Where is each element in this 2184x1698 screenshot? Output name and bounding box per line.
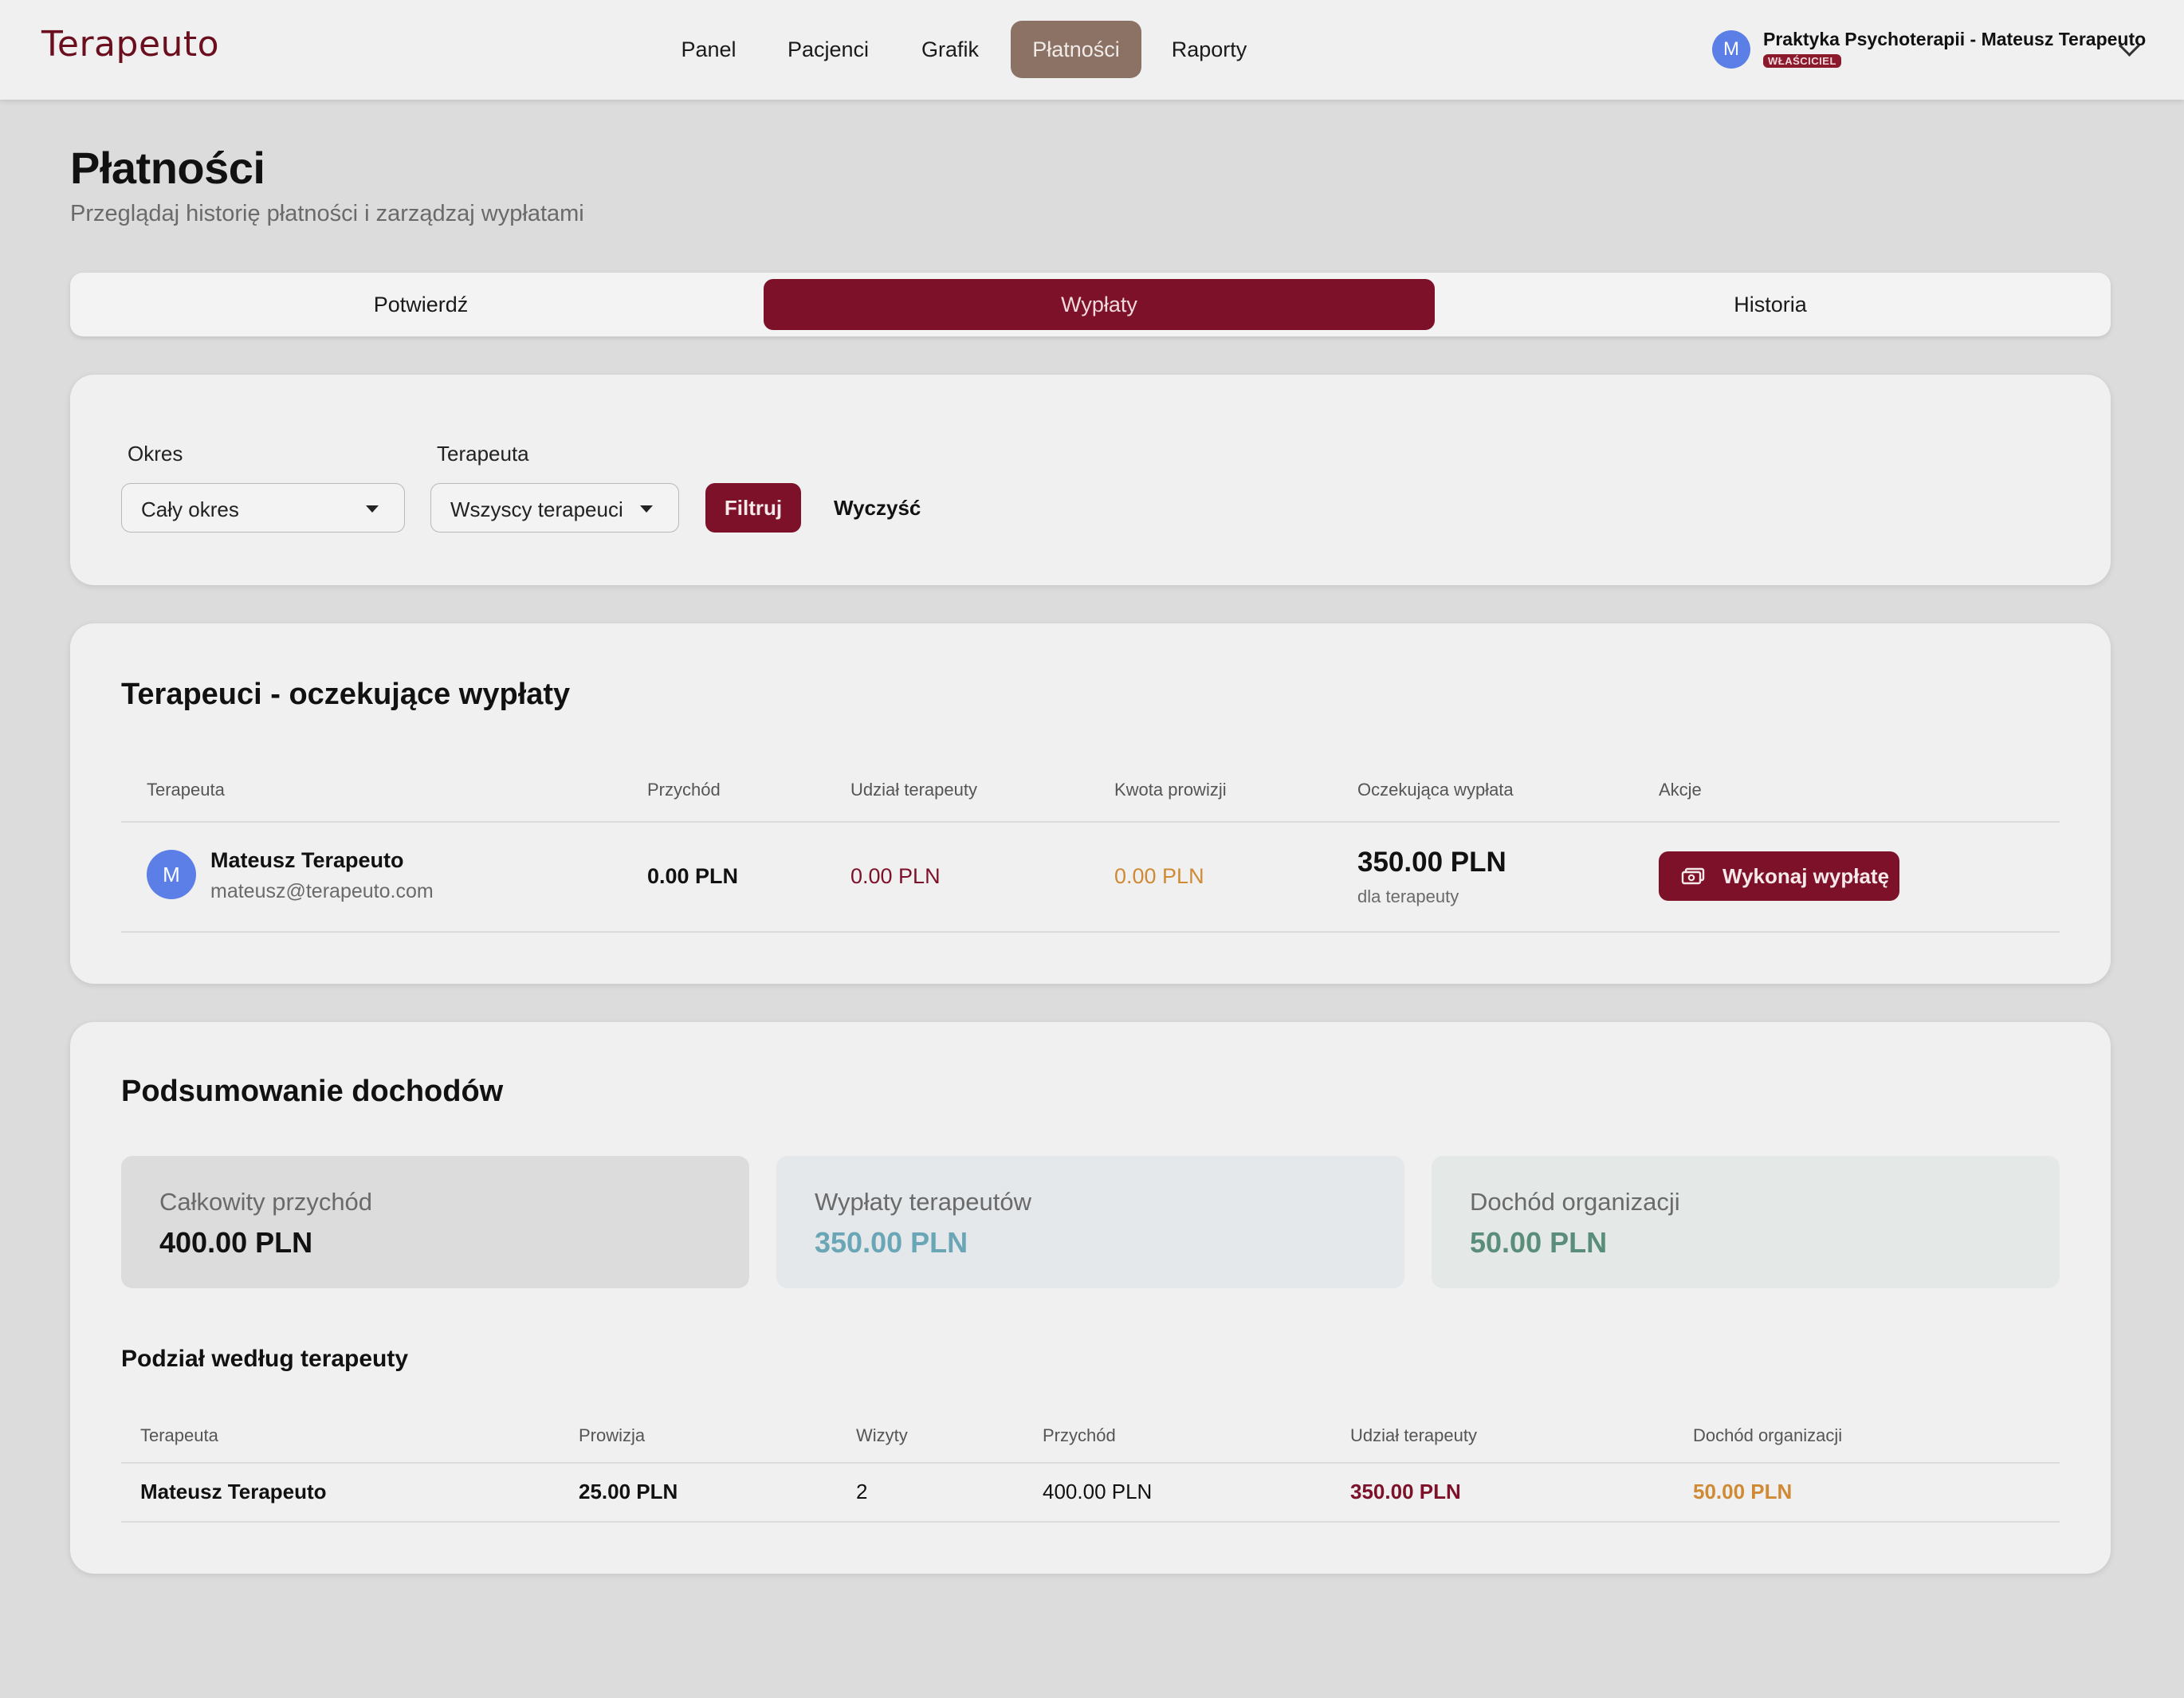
therapist-payouts-label: Wypłaty terapeutów (815, 1188, 1031, 1216)
col-prowizja: Prowizja (579, 1425, 646, 1445)
filter-card: Okres Cały okres Terapeuta Wszyscy terap… (70, 375, 2111, 585)
therapist-email: mateusz@terapeuto.com (210, 880, 434, 902)
avatar: M (147, 850, 196, 899)
therapist-label: Terapeuta (437, 442, 529, 466)
pending-payout-note: dla terapeuty (1357, 886, 1459, 906)
nav-panel[interactable]: Panel (666, 21, 751, 78)
nav-platnosci[interactable]: Płatności (1011, 21, 1141, 78)
caret-down-icon (640, 505, 653, 513)
account-name: Praktyka Psychoterapii - Mateusz Terapeu… (1763, 29, 2147, 49)
therapist-name: Mateusz Terapeuto (210, 848, 404, 872)
breakdown-org-income: 50.00 PLN (1693, 1480, 1793, 1503)
filter-button[interactable]: Filtruj (705, 483, 801, 533)
breakdown-therapist-share: 350.00 PLN (1350, 1480, 1461, 1503)
therapist-payouts-value: 350.00 PLN (815, 1226, 968, 1259)
therapist-select-value: Wszyscy terapeuci (450, 497, 623, 521)
payout-button-label: Wykonaj wypłatę (1722, 864, 1890, 888)
nav-pacjenci[interactable]: Pacjenci (776, 21, 880, 78)
table-row-divider (121, 1521, 2060, 1523)
pending-payout-value: 350.00 PLN (1357, 847, 1506, 878)
therapist-share-value: 0.00 PLN (850, 864, 941, 888)
org-income-label: Dochód organizacji (1470, 1188, 1680, 1216)
brand-logo[interactable]: Terapeuto (41, 24, 219, 65)
revenue-value: 0.00 PLN (647, 864, 739, 888)
total-revenue-stat: Całkowity przychód 400.00 PLN (121, 1156, 749, 1288)
page-title: Płatności (70, 143, 265, 193)
role-badge: WŁAŚCICIEL (1763, 54, 1841, 68)
col-udzial: Udział terapeuty (850, 780, 977, 800)
cash-icon (1681, 867, 1705, 885)
payments-tabs: Potwierdź Wypłaty Historia (70, 273, 2111, 336)
breakdown-therapist: Mateusz Terapeuto (140, 1480, 327, 1503)
caret-down-icon (366, 505, 379, 513)
col-prowizja: Kwota prowizji (1114, 780, 1227, 800)
tab-wyplaty[interactable]: Wypłaty (764, 279, 1435, 330)
tab-historia[interactable]: Historia (1435, 279, 2106, 330)
period-label: Okres (128, 442, 183, 466)
breakdown-revenue: 400.00 PLN (1043, 1480, 1153, 1503)
commission-value: 0.00 PLN (1114, 864, 1204, 888)
top-bar: Terapeuto Panel Pacjenci Grafik Płatnośc… (0, 0, 2184, 100)
col-przychod: Przychód (1043, 1425, 1116, 1445)
summary-title: Podsumowanie dochodów (121, 1075, 504, 1108)
col-terapeuta: Terapeuta (147, 780, 225, 800)
org-income-value: 50.00 PLN (1470, 1226, 1608, 1259)
breakdown-commission: 25.00 PLN (579, 1480, 678, 1503)
nav-grafik[interactable]: Grafik (907, 21, 993, 78)
period-select[interactable]: Cały okres (121, 483, 405, 533)
nav-raporty[interactable]: Raporty (1159, 21, 1259, 78)
breakdown-title: Podział według terapeuty (121, 1346, 409, 1372)
therapist-select[interactable]: Wszyscy terapeuci (430, 483, 679, 533)
col-dochod: Dochód organizacji (1693, 1425, 1843, 1445)
account-avatar: M (1712, 30, 1750, 69)
pending-title: Terapeuci - oczekujące wypłaty (121, 678, 571, 711)
col-udzial: Udział terapeuty (1350, 1425, 1477, 1445)
therapist-payouts-stat: Wypłaty terapeutów 350.00 PLN (776, 1156, 1404, 1288)
col-terapeuta: Terapeuta (140, 1425, 218, 1445)
income-summary-card: Podsumowanie dochodów Całkowity przychód… (70, 1022, 2111, 1574)
col-akcje: Akcje (1659, 780, 1702, 800)
col-wizyty: Wizyty (856, 1425, 908, 1445)
table-row-divider (121, 931, 2060, 933)
period-select-value: Cały okres (141, 497, 239, 521)
col-przychod: Przychód (647, 780, 721, 800)
clear-button[interactable]: Wyczyść (834, 496, 921, 521)
breakdown-visits: 2 (856, 1480, 868, 1503)
tab-potwierdz[interactable]: Potwierdź (70, 279, 772, 330)
page-subtitle: Przeglądaj historię płatności i zarządza… (70, 201, 584, 226)
payout-button[interactable]: Wykonaj wypłatę (1659, 851, 1899, 901)
table-header-divider (121, 821, 2060, 823)
total-revenue-value: 400.00 PLN (159, 1226, 313, 1259)
col-oczekujaca: Oczekująca wypłata (1357, 780, 1514, 800)
pending-payouts-card: Terapeuci - oczekujące wypłaty Terapeuta… (70, 623, 2111, 984)
table-header-divider (121, 1462, 2060, 1464)
total-revenue-label: Całkowity przychód (159, 1188, 373, 1216)
org-income-stat: Dochód organizacji 50.00 PLN (1432, 1156, 2060, 1288)
